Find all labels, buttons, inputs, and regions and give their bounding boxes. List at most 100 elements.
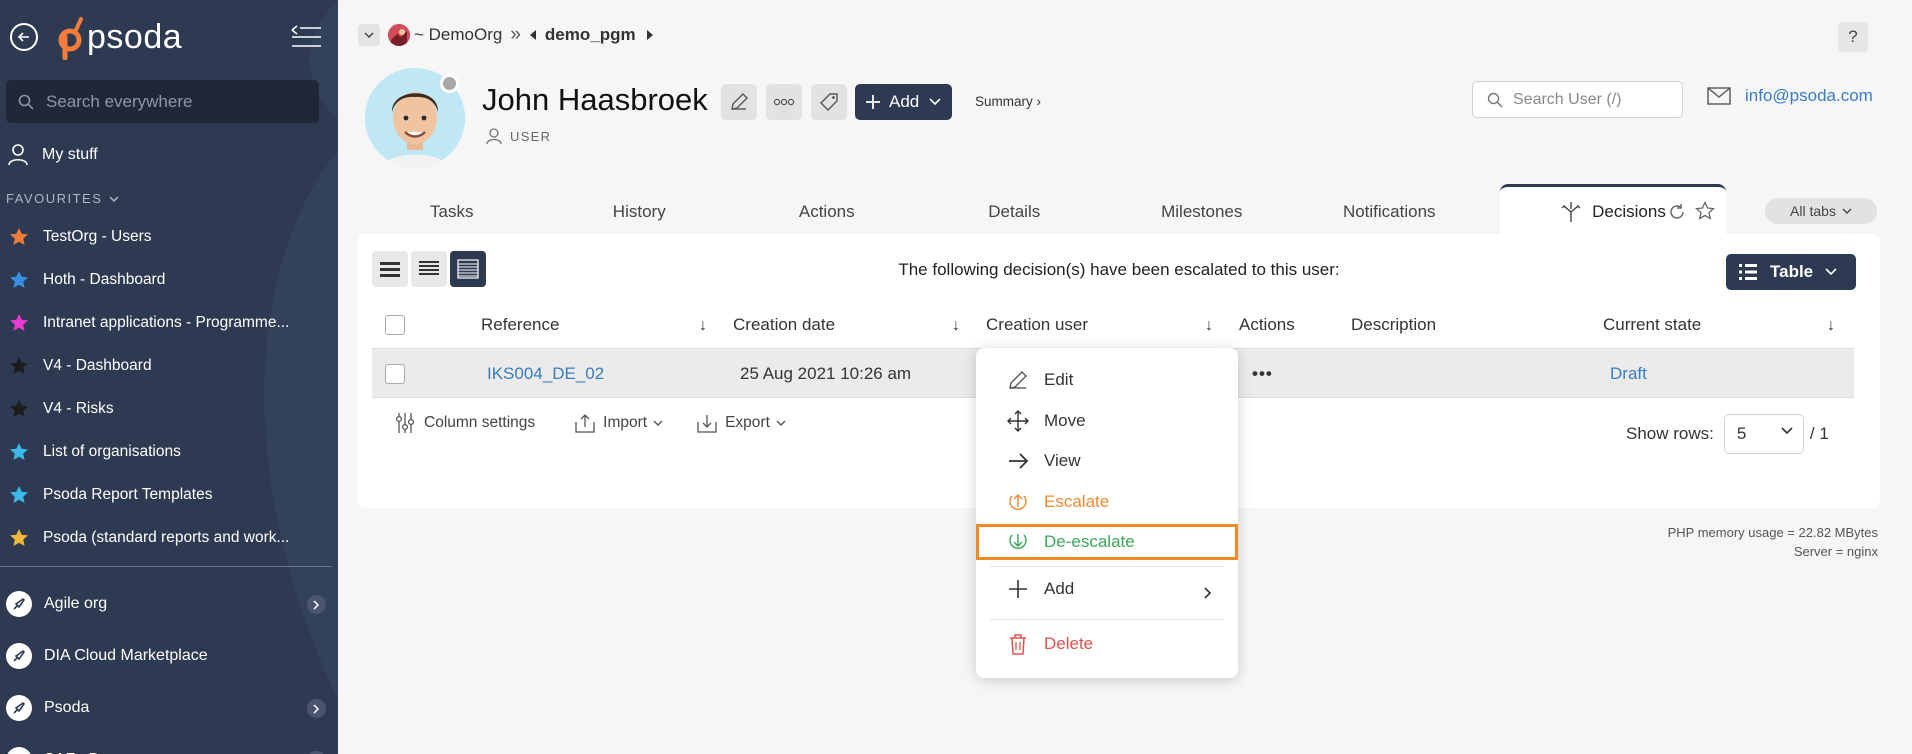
favourite-item[interactable]: Psoda Report Templates	[0, 473, 338, 516]
tab-milestones[interactable]: Milestones	[1108, 184, 1296, 234]
favourite-item[interactable]: Psoda (standard reports and work...	[0, 516, 338, 559]
my-stuff-link[interactable]: My stuff	[8, 144, 98, 166]
favourite-label: V4 - Dashboard	[43, 356, 152, 374]
pagination: Show rows: 5 / 1	[1626, 414, 1829, 454]
sort-arrow-icon[interactable]: ↓	[699, 317, 707, 335]
menu-item-de-escalate[interactable]: De-escalate	[1006, 530, 1135, 554]
table-footer-tools: Column settings Import Export	[394, 412, 820, 434]
tag-button[interactable]	[811, 84, 847, 120]
global-search[interactable]	[6, 80, 319, 123]
tab-history[interactable]: History	[546, 184, 734, 234]
menu-item-delete[interactable]: Delete	[1006, 632, 1093, 656]
sort-arrow-icon[interactable]: ↓	[1827, 317, 1835, 335]
column-header-creation-user[interactable]: Creation user	[986, 302, 1088, 348]
reference-link[interactable]: IKS004_DE_02	[487, 364, 604, 384]
organisation-item[interactable]: SAFe Demo	[0, 734, 338, 754]
sidebar-divider	[0, 566, 332, 567]
email-link[interactable]: info@psoda.com	[1707, 86, 1873, 106]
chevron-right-icon[interactable]	[307, 595, 326, 614]
more-options-button[interactable]	[766, 84, 802, 120]
favourite-item[interactable]: Hoth - Dashboard	[0, 258, 338, 301]
tab-details[interactable]: Details	[921, 184, 1109, 234]
user-search-input[interactable]	[1513, 90, 1673, 109]
column-header-current-state[interactable]: Current state	[1603, 302, 1701, 348]
breadcrumb-current[interactable]: demo_pgm	[545, 25, 636, 45]
import-button[interactable]: Import	[575, 413, 663, 433]
favourite-item[interactable]: V4 - Risks	[0, 387, 338, 430]
row-checkbox[interactable]	[385, 364, 405, 384]
add-button[interactable]: Add	[855, 84, 952, 120]
plus-icon	[866, 95, 880, 109]
menu-item-escalate[interactable]: Escalate	[1006, 490, 1109, 514]
user-search[interactable]	[1472, 81, 1683, 118]
organisation-item[interactable]: DIA Cloud Marketplace	[0, 630, 338, 682]
psoda-logo[interactable]: psoda	[55, 14, 182, 60]
import-icon	[575, 414, 595, 433]
sliders-icon	[395, 413, 415, 433]
email-address: info@psoda.com	[1745, 86, 1873, 105]
export-button[interactable]: Export	[697, 413, 786, 433]
column-header-creation-date[interactable]: Creation date	[733, 302, 835, 348]
tab-notifications[interactable]: Notifications	[1296, 184, 1484, 234]
tab-tasks[interactable]: Tasks	[358, 184, 546, 234]
column-settings-label: Column settings	[424, 414, 536, 431]
menu-item-move[interactable]: Move	[1006, 409, 1086, 433]
global-search-input[interactable]	[46, 91, 306, 112]
menu-item-view[interactable]: View	[1006, 449, 1081, 473]
chevron-down-icon	[776, 420, 786, 426]
summary-link[interactable]: Summary ›	[975, 94, 1041, 109]
tab-decisions[interactable]: Decisions	[1500, 184, 1726, 236]
server-name: Server = nginx	[1793, 544, 1878, 559]
menu-item-escalate-label: Escalate	[1044, 492, 1110, 511]
chevron-right-icon[interactable]	[307, 699, 326, 718]
row-actions-menu-button[interactable]: •••	[1252, 349, 1273, 399]
table-view-button[interactable]: Table	[1726, 254, 1856, 290]
favourite-tab-button[interactable]	[1694, 200, 1716, 226]
refresh-tab-button[interactable]	[1668, 203, 1686, 226]
favourite-label: V4 - Risks	[43, 399, 114, 417]
rows-per-page-select[interactable]: 5	[1723, 414, 1804, 454]
favourite-item[interactable]: List of organisations	[0, 430, 338, 473]
escalate-icon	[1006, 490, 1030, 514]
menu-item-edit-label: Edit	[1044, 370, 1074, 389]
organisation-item[interactable]: Agile org	[0, 578, 338, 630]
select-all-checkbox[interactable]	[385, 315, 405, 335]
menu-separator	[990, 619, 1224, 620]
server-info: PHP memory usage = 22.82 MBytes Server =…	[1668, 523, 1878, 561]
favourite-item[interactable]: Intranet applications - Programme...	[0, 301, 338, 344]
favourite-label: Hoth - Dashboard	[43, 270, 166, 288]
column-header-reference[interactable]: Reference	[481, 302, 559, 348]
cell-current-state: Draft	[1610, 349, 1647, 399]
ellipsis-icon	[773, 98, 795, 106]
current-state-link[interactable]: Draft	[1610, 364, 1647, 384]
tab-actions[interactable]: Actions	[733, 184, 921, 234]
menu-item-delete-label: Delete	[1044, 634, 1094, 653]
help-button[interactable]: ?	[1838, 22, 1868, 52]
php-memory-usage: PHP memory usage = 22.82 MBytes	[1667, 525, 1878, 540]
breadcrumb-org[interactable]: ~ DemoOrg	[414, 25, 502, 45]
caret-left-icon[interactable]	[529, 30, 537, 40]
star-icon	[10, 270, 28, 288]
favourite-item[interactable]: V4 - Dashboard	[0, 344, 338, 387]
user-icon	[8, 144, 28, 166]
edit-user-button[interactable]	[721, 84, 757, 120]
favourite-item[interactable]: TestOrg - Users	[0, 215, 338, 258]
chevron-down-icon	[1781, 427, 1793, 435]
sort-arrow-icon[interactable]: ↓	[952, 317, 960, 335]
menu-item-add[interactable]: Add	[1006, 577, 1074, 601]
show-rows-label: Show rows:	[1626, 424, 1714, 443]
menu-item-edit[interactable]: Edit	[1006, 368, 1073, 392]
caret-right-icon[interactable]	[646, 30, 654, 40]
column-settings-button[interactable]: Column settings	[394, 412, 541, 434]
sort-arrow-icon[interactable]: ↓	[1205, 317, 1213, 335]
breadcrumb-dropdown[interactable]	[358, 24, 380, 46]
organisation-item[interactable]: Psoda	[0, 682, 338, 734]
rows-per-page-value: 5	[1736, 424, 1747, 443]
all-tabs-button[interactable]: All tabs	[1765, 198, 1877, 224]
collapse-sidebar-button[interactable]	[290, 24, 322, 55]
back-button[interactable]	[10, 23, 38, 51]
chevron-down-icon	[1825, 268, 1837, 276]
row-context-menu: Edit Move View Escalate De-escalate Add	[976, 348, 1238, 678]
favourites-toggle[interactable]: FAVOURITES	[6, 191, 120, 206]
column-header-description[interactable]: Description	[1351, 302, 1436, 348]
